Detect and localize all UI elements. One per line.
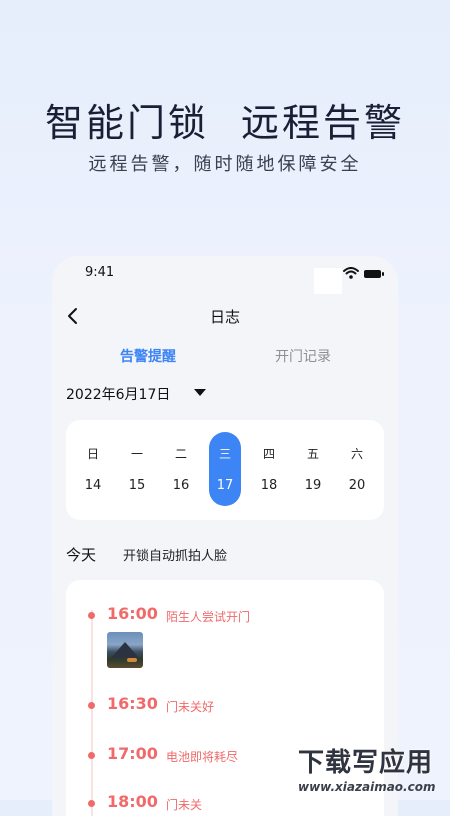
weekday-label: 二 (174, 447, 187, 461)
watermark-url: www.xiazaimao.com (298, 780, 436, 794)
log-text: 门未关 (166, 798, 203, 812)
headline-right: 远程告警 (241, 101, 406, 145)
status-time: 9:41 (85, 265, 115, 280)
calendar-day[interactable]: 五 19 (297, 432, 329, 506)
log-time: 16:30 (107, 694, 158, 713)
calendar-day[interactable]: 一 15 (121, 432, 153, 506)
date-number: 19 (304, 478, 322, 493)
weekday-label: 五 (306, 447, 319, 461)
watermark-logo: 下载写应用 www.xiazaimao.com (298, 738, 448, 800)
log-time: 17:00 (107, 744, 158, 763)
date-number: 16 (172, 478, 190, 493)
date-number: 15 (128, 478, 146, 493)
timeline-dot (88, 612, 95, 619)
timeline-dot (88, 752, 95, 759)
watermark-text: 下载写应用 (298, 748, 434, 778)
date-number: 20 (348, 478, 366, 493)
date-picker[interactable]: 2022年6月17日 (66, 384, 206, 404)
phone-screen: 9:41 日志 告警提醒 开门记录 2022年6月17日 日 14 一 15 二… (52, 256, 398, 816)
wifi-icon (343, 267, 359, 279)
timeline-dot (88, 800, 95, 807)
snapshot-thumbnail[interactable] (107, 632, 143, 668)
tab-door-records[interactable]: 开门记录 (275, 346, 331, 366)
promo-subtitle: 远程告警，随时随地保障安全 (88, 154, 362, 175)
date-number: 14 (84, 478, 102, 493)
log-time: 16:00 (107, 604, 158, 623)
weekday-label: 日 (86, 447, 99, 461)
weekday-label: 四 (262, 447, 275, 461)
status-bar: 9:41 (52, 256, 398, 294)
calendar-day[interactable]: 四 18 (253, 432, 285, 506)
promo-headline: 智能门锁 远程告警 (0, 92, 450, 147)
battery-icon (364, 270, 384, 279)
log-time: 18:00 (107, 792, 158, 811)
caret-down-icon[interactable] (194, 389, 206, 396)
tab-alerts[interactable]: 告警提醒 (120, 346, 176, 366)
today-description: 开锁自动抓拍人脸 (123, 549, 228, 564)
weekday-label: 六 (350, 447, 363, 461)
weekday-label: 一 (130, 447, 143, 461)
timeline-dot (88, 702, 95, 709)
week-calendar: 日 14 一 15 二 16 三 17 四 18 五 19 六 20 (66, 420, 384, 520)
tab-bar: 告警提醒 开门记录 (52, 346, 398, 370)
nav-bar: 日志 (52, 302, 398, 330)
date-number: 17 (216, 478, 234, 493)
date-value: 2022年6月17日 (66, 387, 171, 403)
calendar-day[interactable]: 日 14 (77, 432, 109, 506)
weekday-label: 三 (218, 447, 231, 461)
calendar-day[interactable]: 二 16 (165, 432, 197, 506)
date-number: 18 (260, 478, 278, 493)
timeline-line (91, 610, 93, 816)
log-text: 电池即将耗尽 (166, 750, 239, 764)
calendar-day-selected[interactable]: 三 17 (209, 432, 241, 506)
log-text: 陌生人尝试开门 (166, 610, 251, 624)
status-bar-placeholder (314, 268, 342, 294)
log-text: 门未关好 (166, 700, 215, 714)
headline-left: 智能门锁 (44, 101, 209, 145)
page-title: 日志 (209, 308, 240, 326)
calendar-day[interactable]: 六 20 (341, 432, 373, 506)
today-label: 今天 (66, 546, 97, 564)
